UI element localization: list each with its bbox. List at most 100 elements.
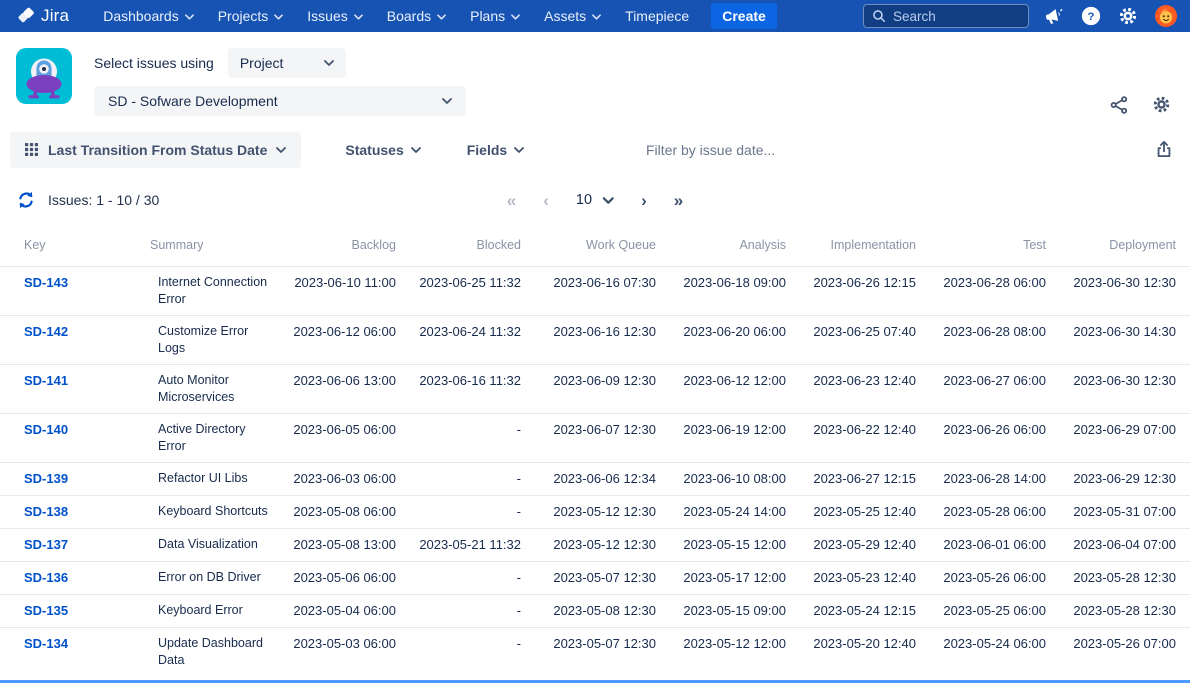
- column-header-deployment: Deployment: [1046, 226, 1190, 267]
- date-cell: 2023-06-03 06:00: [282, 463, 396, 496]
- fields-dropdown[interactable]: Fields: [467, 142, 524, 158]
- last-page-button[interactable]: »: [674, 192, 683, 209]
- issue-row-SD-137: SD-137Data Visualization2023-05-08 13:00…: [0, 529, 1190, 562]
- issue-row-SD-136: SD-136Error on DB Driver2023-05-06 06:00…: [0, 562, 1190, 595]
- issue-key-link[interactable]: SD-140: [24, 422, 68, 437]
- chevron-down-icon: [276, 147, 286, 153]
- settings-button[interactable]: [1117, 5, 1139, 27]
- date-cell: 2023-05-28 06:00: [916, 496, 1046, 529]
- create-button[interactable]: Create: [711, 3, 777, 29]
- column-header-blocked: Blocked: [396, 226, 521, 267]
- issue-key-link[interactable]: SD-134: [24, 636, 68, 651]
- nav-item-boards[interactable]: Boards: [375, 0, 458, 32]
- issue-key-link[interactable]: SD-137: [24, 537, 68, 552]
- issue-row-SD-140: SD-140Active Directory Error2023-06-05 0…: [0, 414, 1190, 463]
- refresh-button[interactable]: [16, 190, 36, 210]
- first-page-button[interactable]: «: [507, 192, 516, 209]
- date-cell: 2023-06-10 08:00: [656, 463, 786, 496]
- next-page-button[interactable]: ›: [641, 192, 647, 209]
- issue-row-SD-139: SD-139Refactor UI Libs2023-06-03 06:00-2…: [0, 463, 1190, 496]
- nav-item-projects[interactable]: Projects: [206, 0, 296, 32]
- toolbar: Last Transition From Status Date Statuse…: [10, 132, 1180, 168]
- nav-item-label: Projects: [218, 8, 269, 24]
- issue-row-SD-142: SD-142Customize Error Logs2023-06-12 06:…: [0, 316, 1190, 365]
- date-cell: 2023-05-17 12:00: [656, 562, 786, 595]
- date-cell: 2023-05-21 11:32: [396, 529, 521, 562]
- date-cell: 2023-06-26 06:00: [916, 414, 1046, 463]
- key-cell: SD-136: [0, 562, 150, 595]
- date-cell: 2023-05-25 12:40: [786, 496, 916, 529]
- nav-item-label: Assets: [544, 8, 586, 24]
- date-cell: 2023-06-01 06:00: [916, 529, 1046, 562]
- date-cell: 2023-05-15 09:00: [656, 595, 786, 628]
- issue-key-link[interactable]: SD-136: [24, 570, 68, 585]
- date-cell: 2023-05-08 12:30: [521, 595, 656, 628]
- project-select[interactable]: SD - Sofware Development: [94, 86, 466, 116]
- date-cell: 2023-06-16 11:32: [396, 365, 521, 414]
- help-button[interactable]: ?: [1080, 5, 1102, 27]
- chevron-down-icon: [185, 14, 194, 20]
- header-corner-icons: [1109, 94, 1172, 115]
- nav-item-assets[interactable]: Assets: [532, 0, 613, 32]
- date-cell: 2023-05-12 12:30: [521, 496, 656, 529]
- issue-row-SD-134: SD-134Update Dashboard Data2023-05-03 06…: [0, 628, 1190, 677]
- page-size-select[interactable]: 10: [576, 192, 614, 208]
- nav-menu-list: Dashboards Projects IssuesBoardsPlans Asset…: [91, 0, 701, 32]
- nav-item-issues[interactable]: Issues: [295, 0, 374, 32]
- date-cell: 2023-05-29 12:40: [786, 529, 916, 562]
- issue-date-filter-input[interactable]: [646, 142, 936, 158]
- svg-text:?: ?: [1088, 11, 1095, 23]
- chevron-down-icon: [437, 14, 446, 20]
- avatar-icon: [1154, 4, 1178, 28]
- date-cell: 2023-05-07 12:30: [521, 628, 656, 677]
- issue-key-link[interactable]: SD-141: [24, 373, 68, 388]
- nav-item-timepiece[interactable]: Timepiece: [613, 0, 701, 32]
- column-header-key: Key: [0, 226, 150, 267]
- issue-key-link[interactable]: SD-135: [24, 603, 68, 618]
- key-cell: SD-134: [0, 628, 150, 677]
- export-button[interactable]: [1154, 140, 1174, 160]
- issue-key-link[interactable]: SD-142: [24, 324, 68, 339]
- date-cell: 2023-06-25 07:40: [786, 316, 916, 365]
- refresh-icon: [16, 190, 36, 210]
- issue-key-link[interactable]: SD-139: [24, 471, 68, 486]
- search-input[interactable]: [893, 9, 1020, 24]
- announcements-button[interactable]: [1044, 6, 1065, 27]
- app-settings-button[interactable]: [1151, 94, 1172, 115]
- date-cell: 2023-06-12 12:00: [656, 365, 786, 414]
- date-cell: 2023-05-12 12:30: [521, 529, 656, 562]
- date-cell: 2023-06-30 14:30: [1046, 316, 1190, 365]
- issue-source-type-select[interactable]: Project: [228, 48, 346, 78]
- date-cell: 2023-05-04 06:00: [282, 595, 396, 628]
- jira-logo[interactable]: Jira: [16, 6, 69, 26]
- search-box[interactable]: [863, 4, 1029, 28]
- user-avatar[interactable]: [1154, 4, 1178, 28]
- date-cell: 2023-05-08 13:00: [282, 529, 396, 562]
- column-header-summary: Summary: [150, 226, 282, 267]
- column-mode-select[interactable]: Last Transition From Status Date: [10, 132, 301, 168]
- column-mode-label: Last Transition From Status Date: [48, 142, 267, 158]
- issue-key-link[interactable]: SD-138: [24, 504, 68, 519]
- date-cell: 2023-06-07 12:30: [521, 414, 656, 463]
- megaphone-icon: [1042, 4, 1067, 29]
- issue-key-link[interactable]: SD-143: [24, 275, 68, 290]
- date-cell: 2023-05-28 12:30: [1046, 595, 1190, 628]
- issues-table: KeySummaryBacklogBlockedWork QueueAnalys…: [0, 226, 1190, 676]
- table-header-row: KeySummaryBacklogBlockedWork QueueAnalys…: [0, 226, 1190, 267]
- date-cell: 2023-06-04 07:00: [1046, 529, 1190, 562]
- statuses-dropdown[interactable]: Statuses: [345, 142, 420, 158]
- date-cell: 2023-06-06 13:00: [282, 365, 396, 414]
- export-icon: [1154, 140, 1174, 160]
- nav-item-dashboards[interactable]: Dashboards: [91, 0, 206, 32]
- share-button[interactable]: [1109, 94, 1129, 115]
- date-cell: 2023-06-06 12:34: [521, 463, 656, 496]
- nav-item-plans[interactable]: Plans: [458, 0, 532, 32]
- brand-text: Jira: [41, 6, 69, 26]
- previous-page-button[interactable]: ‹: [543, 192, 549, 209]
- summary-cell: Customize Error Logs: [150, 316, 282, 365]
- date-cell: 2023-06-30 12:30: [1046, 365, 1190, 414]
- summary-cell: Keyboard Shortcuts: [150, 496, 282, 529]
- date-cell: 2023-06-10 11:00: [282, 267, 396, 316]
- date-cell: 2023-06-28 08:00: [916, 316, 1046, 365]
- date-cell: 2023-06-29 12:30: [1046, 463, 1190, 496]
